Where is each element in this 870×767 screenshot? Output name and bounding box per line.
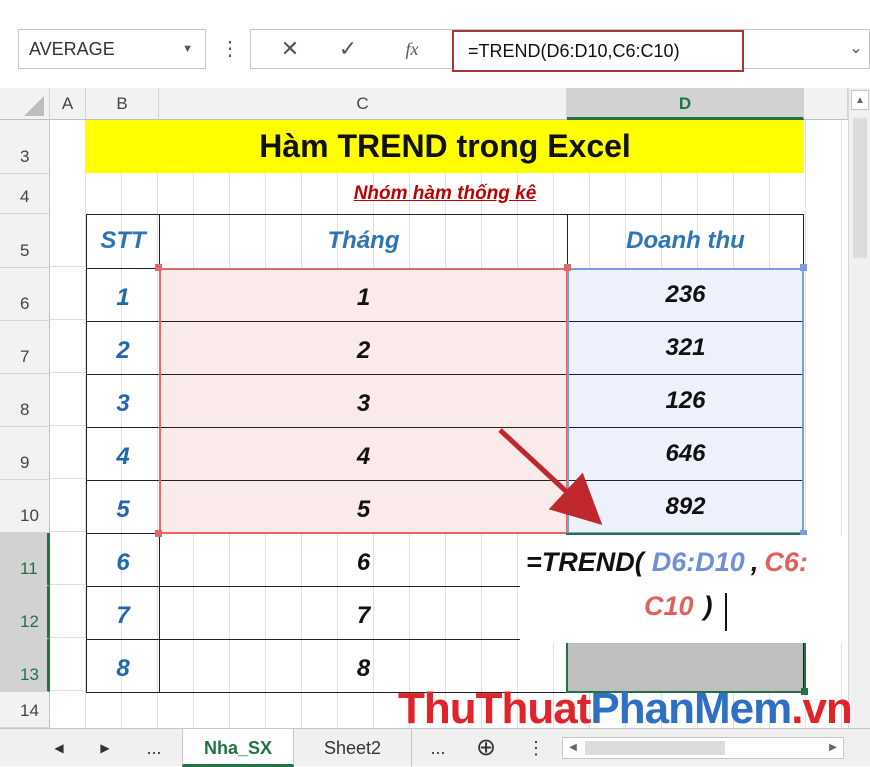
scroll-tabs-left-icon[interactable]: ◀ [44, 729, 74, 767]
more-options-icon[interactable]: ⋮ [218, 29, 242, 69]
row-header-12[interactable]: 12 [0, 586, 50, 639]
expand-formula-bar-icon[interactable]: ⌄ [842, 29, 870, 69]
tab-sheet2[interactable]: Sheet2 [294, 729, 412, 767]
tab-splitter-icon[interactable]: ⋮ [524, 729, 548, 767]
row-header-11[interactable]: 11 [0, 533, 50, 586]
insert-function-icon[interactable]: fx [392, 29, 432, 69]
text-cursor [725, 593, 727, 631]
header-stt[interactable]: STT [86, 214, 160, 269]
cell-stt-1[interactable]: 1 [86, 268, 160, 322]
select-all-icon [24, 96, 44, 116]
row-header-5[interactable]: 5 [0, 214, 50, 268]
select-all-corner[interactable] [0, 88, 50, 120]
header-doanh-thu[interactable]: Doanh thu [567, 214, 804, 269]
cell-stt-3[interactable]: 3 [86, 374, 160, 428]
in-cell-formula-editor[interactable]: =TREND(D6:D10, C6: C10) [520, 535, 850, 643]
row-header-4[interactable]: 4 [0, 174, 50, 214]
editor-close-paren: ) [703, 591, 713, 621]
enter-icon[interactable]: ✓ [330, 29, 366, 69]
range-handle[interactable] [564, 264, 571, 271]
watermark-logo: ThuThuatPhanMem.vn [398, 684, 853, 734]
editor-line-1: =TREND(D6:D10, C6: [526, 547, 808, 578]
cell-stt-8[interactable]: 8 [86, 639, 160, 693]
watermark-part-1: ThuThuat [398, 684, 591, 733]
cell-thang-6[interactable]: 6 [159, 533, 568, 587]
column-header-c[interactable]: C [159, 88, 567, 120]
cell-stt-6[interactable]: 6 [86, 533, 160, 587]
editor-ref-d6-d10: D6:D10 [651, 547, 745, 577]
add-sheet-icon[interactable]: ⊕ [468, 729, 504, 767]
row-header-13[interactable]: 13 [0, 639, 50, 692]
chevron-down-icon[interactable]: ▼ [182, 30, 193, 68]
cell-stt-2[interactable]: 2 [86, 321, 160, 375]
editor-ref-c6-part: C6: [764, 547, 808, 577]
more-tabs-right[interactable]: ... [420, 729, 456, 767]
scroll-left-icon[interactable]: ◀ [563, 738, 583, 758]
watermark-part-3: .vn [791, 684, 853, 733]
scroll-right-icon[interactable]: ▶ [823, 738, 843, 758]
row-header-8[interactable]: 8 [0, 374, 50, 427]
header-thang[interactable]: Tháng [159, 214, 568, 269]
horizontal-scroll-thumb[interactable] [585, 741, 725, 755]
row-header-6[interactable]: 6 [0, 268, 50, 321]
row-header-7[interactable]: 7 [0, 321, 50, 374]
scroll-tabs-right-icon[interactable]: ▶ [90, 729, 120, 767]
formula-input[interactable]: =TREND(D6:D10,C6:C10) [452, 30, 744, 72]
column-header-e[interactable] [804, 88, 848, 120]
editor-comma: , [750, 547, 759, 577]
more-tabs-left[interactable]: ... [136, 729, 172, 767]
cell-stt-5[interactable]: 5 [86, 480, 160, 534]
grid-column-a [50, 214, 86, 728]
cancel-icon[interactable]: ✕ [272, 29, 308, 69]
editor-function-name: =TREND( [526, 547, 644, 577]
name-box[interactable]: AVERAGE ▼ [18, 29, 206, 69]
vertical-scrollbar[interactable]: ▲ [848, 88, 870, 728]
range-handle[interactable] [155, 264, 162, 271]
column-header-b[interactable]: B [86, 88, 159, 120]
annotation-arrow-icon [498, 428, 603, 526]
range-handle[interactable] [155, 530, 162, 537]
range-handle[interactable] [800, 264, 807, 271]
name-box-value: AVERAGE [29, 39, 115, 59]
watermark-part-2: PhanMem [590, 684, 792, 733]
row-header-10[interactable]: 10 [0, 480, 50, 533]
sheet-tab-bar: ◀ ▶ ... Nha_SX Sheet2 ... ⊕ ⋮ ◀ ▶ [0, 728, 870, 767]
sheet-title[interactable]: Hàm TREND trong Excel [86, 120, 804, 173]
editor-ref-c10-part: C10 [644, 591, 694, 621]
editor-line-2: C10) [644, 591, 713, 622]
column-header-a[interactable]: A [50, 88, 86, 120]
scroll-up-icon[interactable]: ▲ [851, 90, 869, 110]
cell-thang-7[interactable]: 7 [159, 586, 568, 640]
cell-stt-7[interactable]: 7 [86, 586, 160, 640]
row-header-14[interactable]: 14 [0, 692, 50, 728]
row-header-3[interactable]: 3 [0, 120, 50, 174]
row-header-9[interactable]: 9 [0, 427, 50, 480]
scroll-thumb[interactable] [853, 118, 867, 258]
tab-nha-sx[interactable]: Nha_SX [182, 729, 294, 767]
sheet-subtitle[interactable]: Nhóm hàm thống kê [86, 174, 804, 214]
cell-stt-4[interactable]: 4 [86, 427, 160, 481]
formula-bar: AVERAGE ▼ ⋮ ✕ ✓ fx =TREND(D6:D10,C6:C10)… [0, 0, 870, 88]
column-header-d[interactable]: D [567, 88, 804, 120]
horizontal-scrollbar[interactable]: ◀ ▶ [562, 737, 844, 759]
